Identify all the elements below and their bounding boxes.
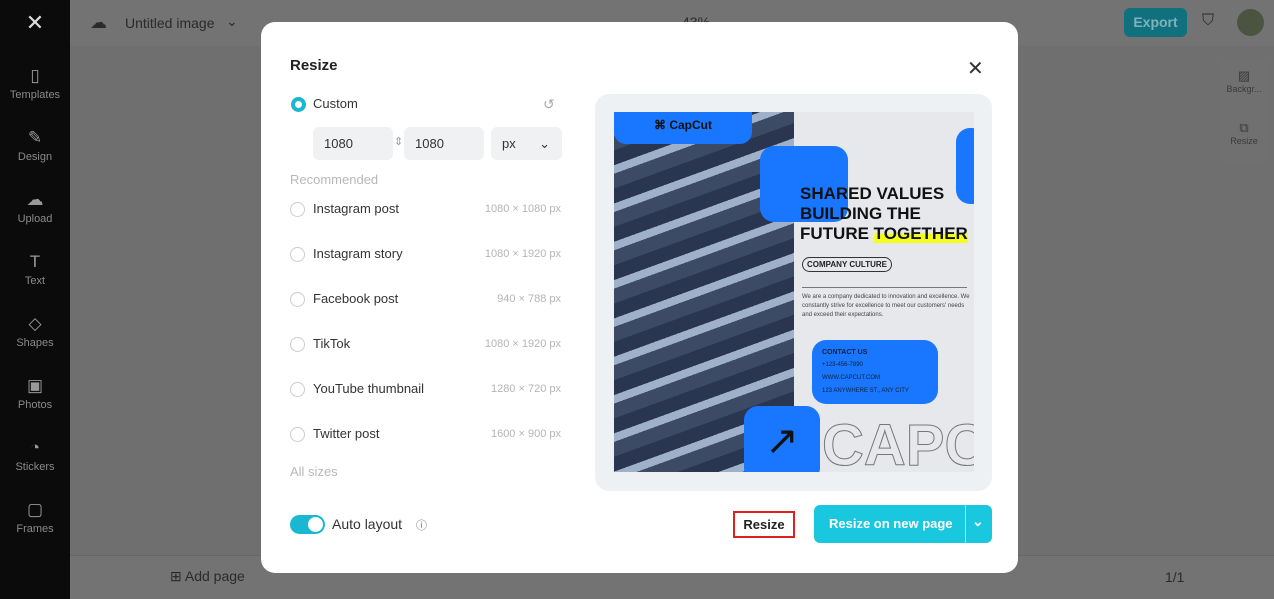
preset-size: 1280 × 720 px [490,383,561,395]
resize-panel-button[interactable]: ⧉ Resize [1220,120,1268,146]
sidebar-label: Text [24,275,46,287]
preset-label: YouTube thumbnail [313,381,425,396]
preset-size: 1080 × 1920 px [484,338,561,350]
upload-icon: ☁ [26,190,44,209]
all-sizes-link[interactable]: All sizes [290,464,338,479]
background-button[interactable]: ▨ Backgr... [1220,68,1268,94]
resize-new-page-label: Resize on new page [829,516,953,531]
photos-icon: ▣ [26,376,44,395]
preset-size: 940 × 788 px [497,293,561,305]
preset-label: Instagram post [313,201,399,216]
preset-label: Facebook post [313,291,399,306]
headline-highlight: TOGETHER [873,224,968,243]
brand-text: CapCut [669,118,712,132]
sidebar-label: Frames [16,523,54,535]
contact-title: CONTACT US [822,349,868,356]
chevron-down-icon: ⌄ [539,136,550,151]
sidebar-item-upload[interactable]: ☁ Upload [0,190,70,225]
preset-label: Twitter post [313,426,380,441]
unit-value: px [502,136,516,151]
preset-label: TikTok [313,336,351,351]
avatar[interactable] [1237,9,1264,36]
recommended-heading: Recommended [290,172,379,187]
background-label: Backgr... [1226,84,1262,94]
right-panel: ▨ Backgr... ⧉ Resize [1220,58,1268,162]
preset-size: 1080 × 1080 px [484,203,561,215]
add-page-label: Add page [184,568,245,584]
text-icon: T [29,252,41,271]
contact-box: CONTACT US +123-456-7890 WWW.CAPCUT.COM 123… [812,340,938,404]
sidebar-item-photos[interactable]: ▣ Photos [0,376,70,411]
unit-select[interactable]: px ⌄ [491,127,562,160]
info-icon[interactable]: ⓘ [416,517,427,533]
divider [802,287,967,288]
lock-ratio-icon[interactable]: ⇕ [394,135,403,148]
project-title[interactable]: Untitled image [125,15,215,31]
headline-line: SHARED VALUES [800,184,945,203]
body-text: We are a company dedicated to innovation… [802,294,970,318]
resize-label: Resize [1230,136,1258,146]
export-button[interactable]: Export [1124,8,1187,37]
sidebar-label: Templates [9,89,61,101]
design-preview: ⌘ CapCut SHARED VALUES BUILDING THE FUTURE… [595,94,992,491]
resize-dialog: Resize ✕ Custom ↺ 1080 ⇕ 1080 px ⌄ Recomm… [261,22,1018,573]
reset-icon[interactable]: ↺ [543,96,555,113]
sidebar-label: Stickers [15,461,55,473]
preset-size: 1600 × 900 px [490,428,561,440]
shield-icon[interactable]: ⛉ [1202,12,1214,30]
sidebar-item-text[interactable]: T Text [0,252,70,287]
capcut-logo-icon[interactable]: ✕ [20,10,50,35]
sidebar-item-templates[interactable]: ▯ Templates [0,66,70,101]
arrow-icon: ↗ [744,406,820,472]
headline: SHARED VALUES BUILDING THE FUTURE TOGETHER [800,184,968,244]
height-input[interactable]: 1080 [404,127,484,160]
sidebar-label: Shapes [16,337,54,349]
left-sidebar: ✕ ▯ Templates ✎ Design ☁ Upload T Text ◇ Shap… [0,0,70,599]
frames-icon: ▢ [26,500,44,519]
split-divider [965,505,966,543]
custom-label: Custom [313,96,358,111]
sidebar-label: Design [17,151,53,163]
preset-label: Instagram story [313,246,403,261]
resize-icon: ⧉ [1239,120,1249,135]
contact-phone: +123-456-7890 [822,362,863,368]
add-page-button[interactable]: ⊞ Add page [170,568,245,585]
sidebar-item-shapes[interactable]: ◇ Shapes [0,314,70,349]
design-icon: ✎ [27,128,43,147]
sidebar-item-design[interactable]: ✎ Design [0,128,70,163]
headline-line: FUTURE [800,224,874,243]
radio-custom[interactable] [291,97,306,112]
sidebar-label: Photos [17,399,53,411]
width-input[interactable]: 1080 [313,127,393,160]
chevron-down-icon[interactable]: ⌄ [972,513,984,530]
cloud-icon[interactable]: ☁ [90,13,107,33]
dialog-title: Resize [290,57,338,74]
company-culture-tag: COMPANY CULTURE [802,257,892,272]
background-icon: ▨ [1237,68,1251,83]
headline-line: BUILDING THE [800,204,921,223]
auto-layout-toggle[interactable] [290,515,325,534]
resize-on-new-page-button[interactable]: Resize on new page ⌄ [814,505,992,543]
sidebar-item-frames[interactable]: ▢ Frames [0,500,70,535]
preset-size: 1080 × 1920 px [484,248,561,260]
close-icon[interactable]: ✕ [967,56,984,81]
contact-address: 123 ANYWHERE ST., ANY CITY [822,388,909,394]
shapes-icon: ◇ [28,314,42,333]
chevron-down-icon[interactable]: ⌄ [226,13,238,30]
resize-button[interactable]: Resize [733,511,795,538]
outline-text: CAPC [821,413,974,473]
sidebar-item-stickers[interactable]: ◔ Stickers [0,438,70,473]
sidebar-label: Upload [17,213,53,225]
brand-logo: ⌘ CapCut [614,112,752,144]
auto-layout-label: Auto layout [332,516,403,532]
stickers-icon: ◔ [29,438,41,457]
preview-image: ⌘ CapCut SHARED VALUES BUILDING THE FUTURE… [614,112,974,472]
contact-web: WWW.CAPCUT.COM [822,375,880,381]
page-count: 1/1 [1165,569,1185,585]
templates-icon: ▯ [30,66,40,85]
